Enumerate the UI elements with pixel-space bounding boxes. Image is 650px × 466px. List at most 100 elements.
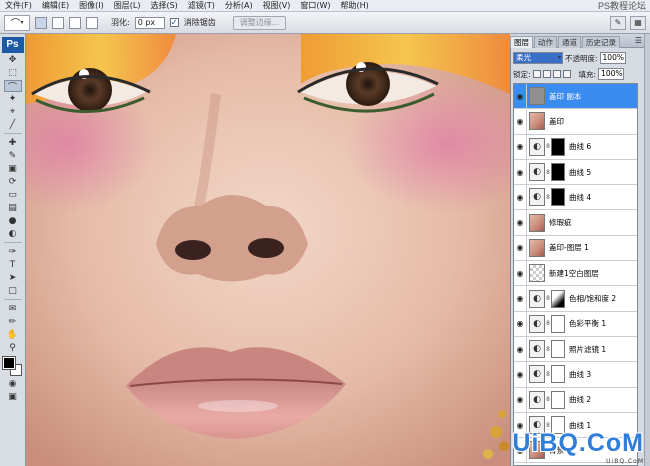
layer-thumbnail[interactable] xyxy=(529,238,545,257)
layer-row[interactable]: ◉ 盖印 xyxy=(514,109,637,135)
lasso-tool[interactable]: ⌒ xyxy=(3,80,22,93)
refine-edge-button[interactable]: 调整边缘... xyxy=(232,15,287,30)
marquee-tool[interactable]: ⬚ xyxy=(4,67,22,79)
layer-name[interactable]: 修瑕疵 xyxy=(549,217,572,228)
layer-name[interactable]: 新建1空白图层 xyxy=(549,268,599,279)
layer-row[interactable]: ◉ 盖印 副本 xyxy=(514,84,637,110)
blend-mode-select[interactable]: 柔光 ▾ xyxy=(513,52,563,64)
healing-brush-tool[interactable]: ✚ xyxy=(4,137,22,149)
hand-tool[interactable]: ✋ xyxy=(4,329,22,341)
layer-thumbnail[interactable] xyxy=(529,87,545,106)
tab-layers[interactable]: 图层 xyxy=(510,36,533,48)
layer-row[interactable]: ◉ ◐ 8 曲线 3 xyxy=(514,362,637,388)
layer-row[interactable]: ◉ ◐ 8 色彩平衡 1 xyxy=(514,311,637,337)
layer-mask-thumbnail[interactable] xyxy=(551,314,565,333)
menu-image[interactable]: 图像(I) xyxy=(74,0,109,12)
layer-thumbnail[interactable] xyxy=(529,112,545,131)
gradient-tool[interactable]: ▤ xyxy=(4,202,22,214)
crop-tool[interactable]: ⌖ xyxy=(4,106,22,118)
pen-tool[interactable]: ✑ xyxy=(4,246,22,258)
intersect-selection-button[interactable] xyxy=(86,16,98,29)
path-selection-tool[interactable]: ➤ xyxy=(4,272,22,284)
layer-row[interactable]: ◉ 盖印-图层 1 xyxy=(514,235,637,262)
document-canvas[interactable] xyxy=(26,34,510,466)
layer-row[interactable]: ◉ ◐ 8 曲线 4 xyxy=(514,185,637,211)
brush-tool[interactable]: ✎ xyxy=(4,150,22,162)
layer-row[interactable]: ◉ ◐ 8 曲线 5 xyxy=(514,159,637,186)
move-tool[interactable]: ✥ xyxy=(4,54,22,66)
eye-icon[interactable]: ◉ xyxy=(514,261,527,286)
adjustment-layer-icon[interactable]: ◐ xyxy=(529,340,545,359)
eye-icon[interactable]: ◉ xyxy=(514,134,527,159)
adjustment-layer-icon[interactable]: ◐ xyxy=(529,137,545,156)
notes-tool[interactable]: ✉ xyxy=(4,303,22,315)
screen-mode-button[interactable]: ▣ xyxy=(4,391,22,403)
layer-row[interactable]: ◉ ◐ 8 色相/饱和度 2 xyxy=(514,286,637,312)
slice-tool[interactable]: ╱ xyxy=(4,119,22,131)
color-swatches[interactable] xyxy=(1,356,23,377)
layer-name[interactable]: 盖印 副本 xyxy=(549,91,581,102)
eye-icon[interactable]: ◉ xyxy=(514,159,527,185)
layer-mask-thumbnail[interactable] xyxy=(551,390,565,409)
layer-row[interactable]: ◉ 新建1空白图层 xyxy=(514,261,637,287)
eye-icon[interactable]: ◉ xyxy=(514,336,527,362)
eye-icon[interactable]: ◉ xyxy=(514,286,527,311)
layer-name[interactable]: 曲线 2 xyxy=(569,394,591,405)
antialias-checkbox[interactable]: ✓ xyxy=(169,18,179,27)
foreground-color-swatch[interactable] xyxy=(1,356,16,370)
eraser-tool[interactable]: ▭ xyxy=(4,189,22,201)
workspace-button[interactable]: ▦ xyxy=(630,15,646,30)
shape-tool[interactable]: □ xyxy=(4,285,22,297)
tab-channels[interactable]: 通道 xyxy=(558,36,581,48)
layer-name[interactable]: 曲线 5 xyxy=(569,167,591,178)
layer-mask-thumbnail[interactable] xyxy=(551,340,565,359)
menu-view[interactable]: 视图(V) xyxy=(258,0,296,12)
adjustment-layer-icon[interactable]: ◐ xyxy=(529,163,545,182)
layer-name[interactable]: 盖印-图层 1 xyxy=(549,242,589,253)
layer-name[interactable]: 曲线 4 xyxy=(569,192,591,203)
eye-icon[interactable]: ◉ xyxy=(514,311,527,336)
lock-image-button[interactable] xyxy=(542,70,551,78)
adjustment-layer-icon[interactable]: ◐ xyxy=(529,289,545,308)
opacity-input[interactable]: 100% xyxy=(599,52,626,64)
eye-icon[interactable]: ◉ xyxy=(514,362,527,387)
layer-row[interactable]: ◉ 修瑕疵 xyxy=(514,210,637,236)
menu-help[interactable]: 帮助(H) xyxy=(336,0,374,12)
panel-menu-icon[interactable]: ☰ xyxy=(635,36,642,45)
layer-thumbnail[interactable] xyxy=(529,264,545,283)
subtract-selection-button[interactable] xyxy=(69,16,81,29)
lock-position-button[interactable] xyxy=(552,70,561,78)
eye-icon[interactable]: ◉ xyxy=(514,185,527,210)
menu-window[interactable]: 窗口(W) xyxy=(295,0,335,12)
layer-name[interactable]: 色相/饱和度 2 xyxy=(569,293,616,304)
adjustment-layer-icon[interactable]: ◐ xyxy=(529,390,545,409)
layer-name[interactable]: 色彩平衡 1 xyxy=(569,318,606,329)
add-selection-button[interactable] xyxy=(52,16,64,29)
layer-name[interactable]: 盖印 xyxy=(549,116,564,127)
layer-name[interactable]: 照片滤镜 1 xyxy=(569,344,606,355)
tool-preset-picker[interactable]: ⌒ ▾ xyxy=(4,14,30,31)
history-brush-tool[interactable]: ⟳ xyxy=(4,176,22,188)
layer-row[interactable]: ◉ ◐ 8 曲线 6 xyxy=(514,134,637,160)
zoom-tool[interactable]: ⚲ xyxy=(4,342,22,354)
eyedropper-tool[interactable]: ✏ xyxy=(4,316,22,328)
dodge-tool[interactable]: ◐ xyxy=(4,228,22,240)
magic-wand-tool[interactable]: ✦ xyxy=(4,93,22,105)
layer-mask-thumbnail[interactable] xyxy=(551,365,565,384)
new-selection-button[interactable] xyxy=(35,16,47,29)
fill-input[interactable]: 100% xyxy=(598,68,625,80)
eye-icon[interactable]: ◉ xyxy=(514,387,527,412)
layer-thumbnail[interactable] xyxy=(529,213,545,232)
tab-actions[interactable]: 动作 xyxy=(534,36,557,48)
eye-icon[interactable]: ◉ xyxy=(514,109,527,134)
layer-name[interactable]: 曲线 6 xyxy=(569,141,591,152)
menu-filter[interactable]: 滤镜(T) xyxy=(183,0,220,12)
eye-icon[interactable]: ◉ xyxy=(514,84,527,109)
layer-mask-thumbnail[interactable] xyxy=(551,289,565,308)
menu-analysis[interactable]: 分析(A) xyxy=(220,0,258,12)
adjustment-layer-icon[interactable]: ◐ xyxy=(529,365,545,384)
layer-row[interactable]: ◉ ◐ 8 曲线 2 xyxy=(514,387,637,413)
layer-mask-thumbnail[interactable] xyxy=(551,137,565,156)
quick-mask-button[interactable]: ◉ xyxy=(4,378,22,390)
layer-mask-thumbnail[interactable] xyxy=(551,163,565,182)
